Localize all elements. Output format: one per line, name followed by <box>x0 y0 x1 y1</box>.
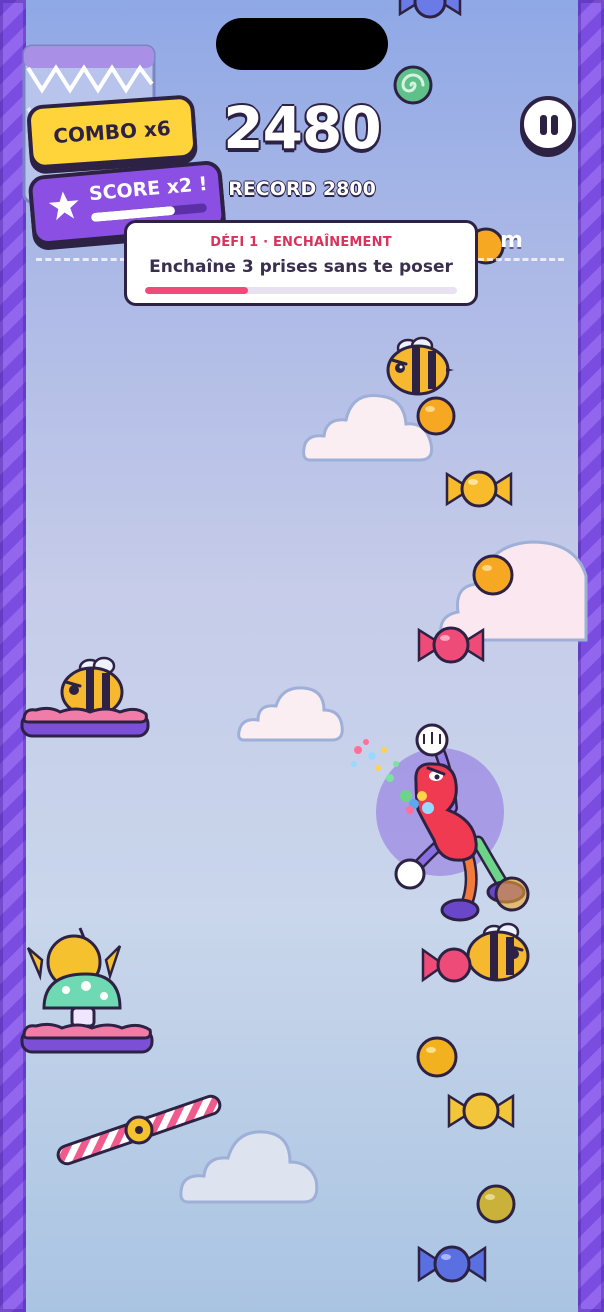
striped-candy-cane-seesaw <box>56 1094 222 1166</box>
blue-wrapped-candy <box>398 0 462 19</box>
combo-badge: COMBO x6 <box>25 94 199 170</box>
mushroom-bouncer <box>26 927 122 1028</box>
challenge-progress-bar <box>145 287 457 294</box>
bee-icon <box>386 336 454 396</box>
green-swirl-candy <box>393 65 433 105</box>
orange-candy <box>416 396 456 436</box>
pink-jelly-ledge <box>20 706 150 738</box>
pause-button[interactable] <box>520 96 576 152</box>
height-marker-line-right <box>478 258 564 261</box>
pause-icon <box>551 115 558 135</box>
orange-candy <box>476 1184 516 1224</box>
height-marker-line-left <box>36 258 126 261</box>
challenge-title: DÉFI 1 · ENCHAÎNEMENT <box>210 235 392 250</box>
orange-candy <box>416 1036 458 1078</box>
pink-wrapped-candy <box>417 626 485 664</box>
yellow-wrapped-candy <box>445 470 513 508</box>
stretchy-red-climber <box>351 723 530 922</box>
height-unit-label: m <box>500 228 523 253</box>
score-counter: 2480 <box>223 94 381 162</box>
star-icon <box>48 191 79 221</box>
blue-wrapped-candy <box>417 1245 487 1283</box>
multiplier-label: SCORE x2 ! <box>88 172 209 206</box>
pink-jelly-ledge <box>20 1022 154 1054</box>
camera-notch <box>216 18 388 70</box>
right-climbing-wall <box>578 0 604 1312</box>
pink-wrapped-candy <box>421 947 472 983</box>
cloud <box>237 686 344 742</box>
orange-candy <box>472 554 514 596</box>
yellow-wrapped-candy <box>447 1092 515 1130</box>
record-label: RECORD 2800 <box>228 178 376 200</box>
challenge-card: DÉFI 1 · ENCHAÎNEMENT Enchaîne 3 prises … <box>124 220 478 306</box>
challenge-description: Enchaîne 3 prises sans te poser <box>149 257 453 277</box>
pause-icon <box>540 115 547 135</box>
combo-label: COMBO x6 <box>52 115 172 149</box>
